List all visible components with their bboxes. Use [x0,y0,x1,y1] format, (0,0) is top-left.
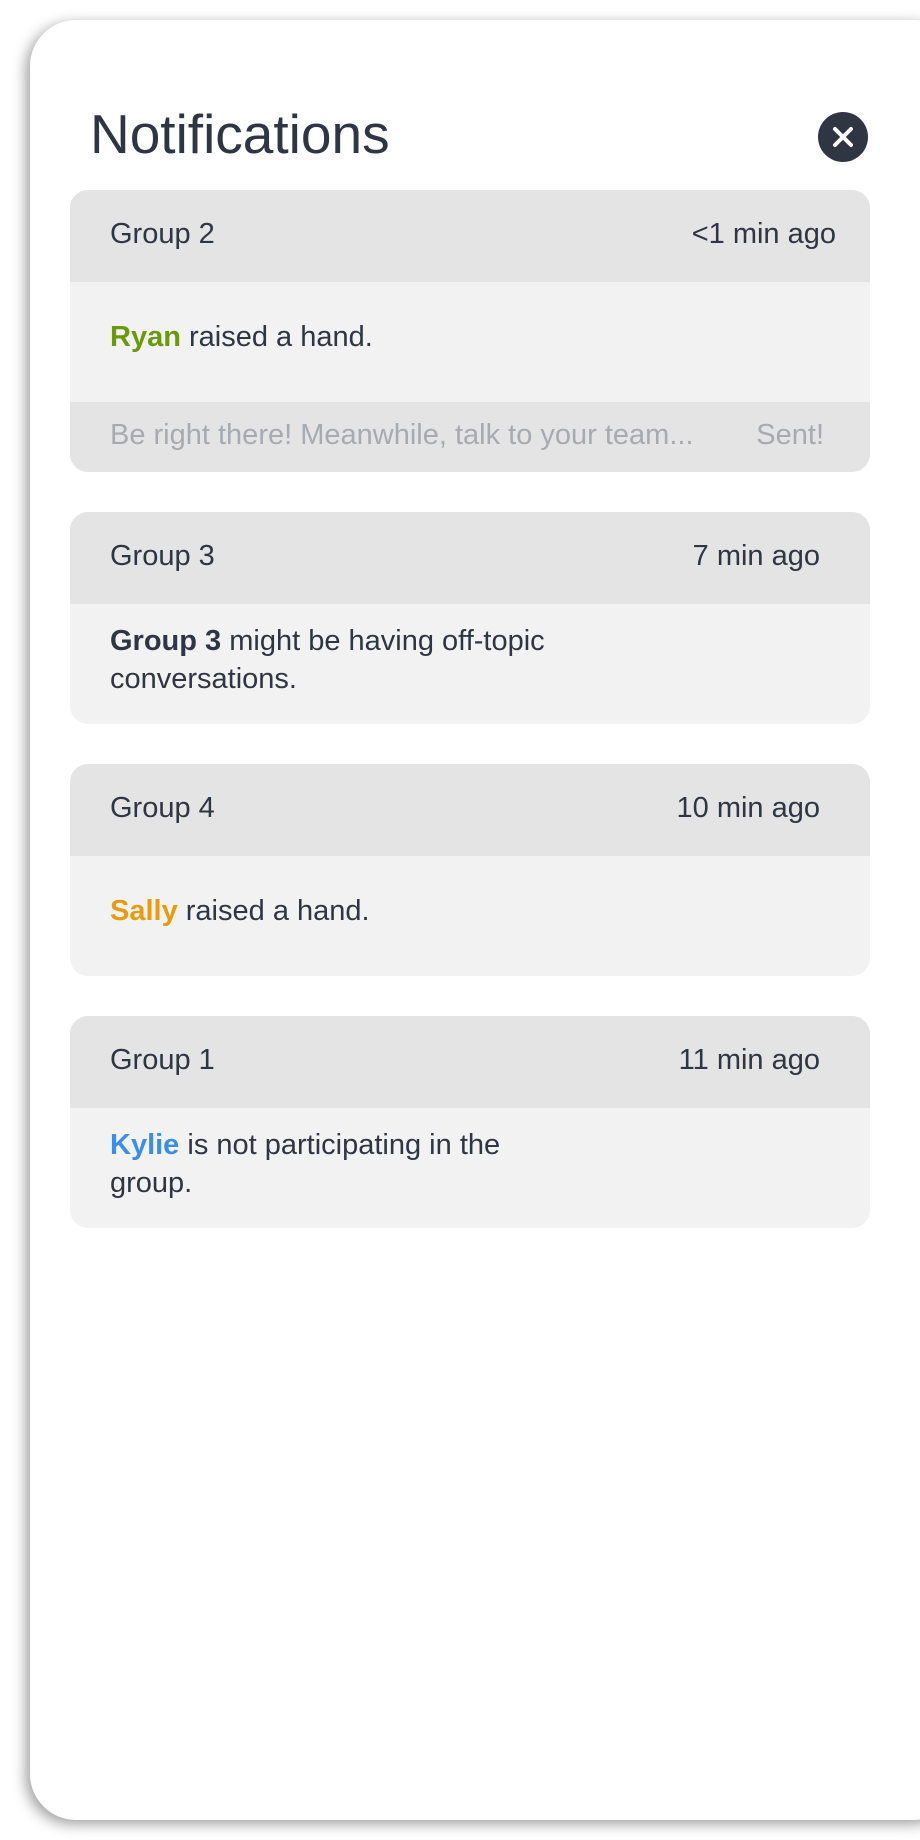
timestamp: 11 min ago [678,1044,820,1076]
notification-card-group-3[interactable]: Group 3 7 min ago Group 3 might be havin… [70,512,870,724]
notification-message: Group 3 might be having off-topic conver… [70,604,870,698]
reply-bar: Be right there! Meanwhile, talk to your … [70,402,870,472]
notification-message: Kylie is not participating in the group. [70,1108,870,1202]
notifications-panel: Notifications Group 2 <1 min ago Ryan ra… [30,20,920,1820]
notification-card-group-4[interactable]: Group 4 10 min ago Sally raised a hand. [70,764,870,976]
reply-input[interactable]: Be right there! Meanwhile, talk to your … [110,419,710,452]
notification-card-group-1[interactable]: Group 1 11 min ago Kylie is not particip… [70,1016,870,1228]
message-wrap: Group 3 might be having off-topic conver… [110,622,550,698]
card-header: Group 3 7 min ago [70,512,870,604]
timestamp: 10 min ago [676,792,821,824]
timestamp: <1 min ago [691,218,836,250]
card-header: Group 4 10 min ago [70,764,870,856]
notification-message: Ryan raised a hand. [70,282,870,356]
student-name[interactable]: Sally [110,895,178,927]
group-reference: Group 3 [110,625,222,657]
notification-card-group-2[interactable]: Group 2 <1 min ago Ryan raised a hand. B… [70,190,870,472]
group-name: Group 3 [110,540,215,572]
message-text: raised a hand. [180,321,373,353]
close-button[interactable] [818,112,868,162]
group-name: Group 4 [110,792,215,824]
group-name: Group 1 [110,1044,215,1076]
message-wrap: Kylie is not participating in the group. [110,1126,550,1202]
timestamp: 7 min ago [692,540,820,572]
message-text: raised a hand. [177,895,370,927]
group-name: Group 2 [110,218,215,250]
card-header: Group 1 11 min ago [70,1016,870,1108]
panel-header: Notifications [90,86,920,186]
notification-message: Sally raised a hand. [70,856,870,930]
card-header: Group 2 <1 min ago [70,190,870,282]
close-icon [833,127,853,147]
page-title: Notifications [90,103,390,165]
reply-status: Sent! [756,419,824,451]
student-name[interactable]: Kylie [110,1129,179,1161]
student-name[interactable]: Ryan [110,321,181,353]
